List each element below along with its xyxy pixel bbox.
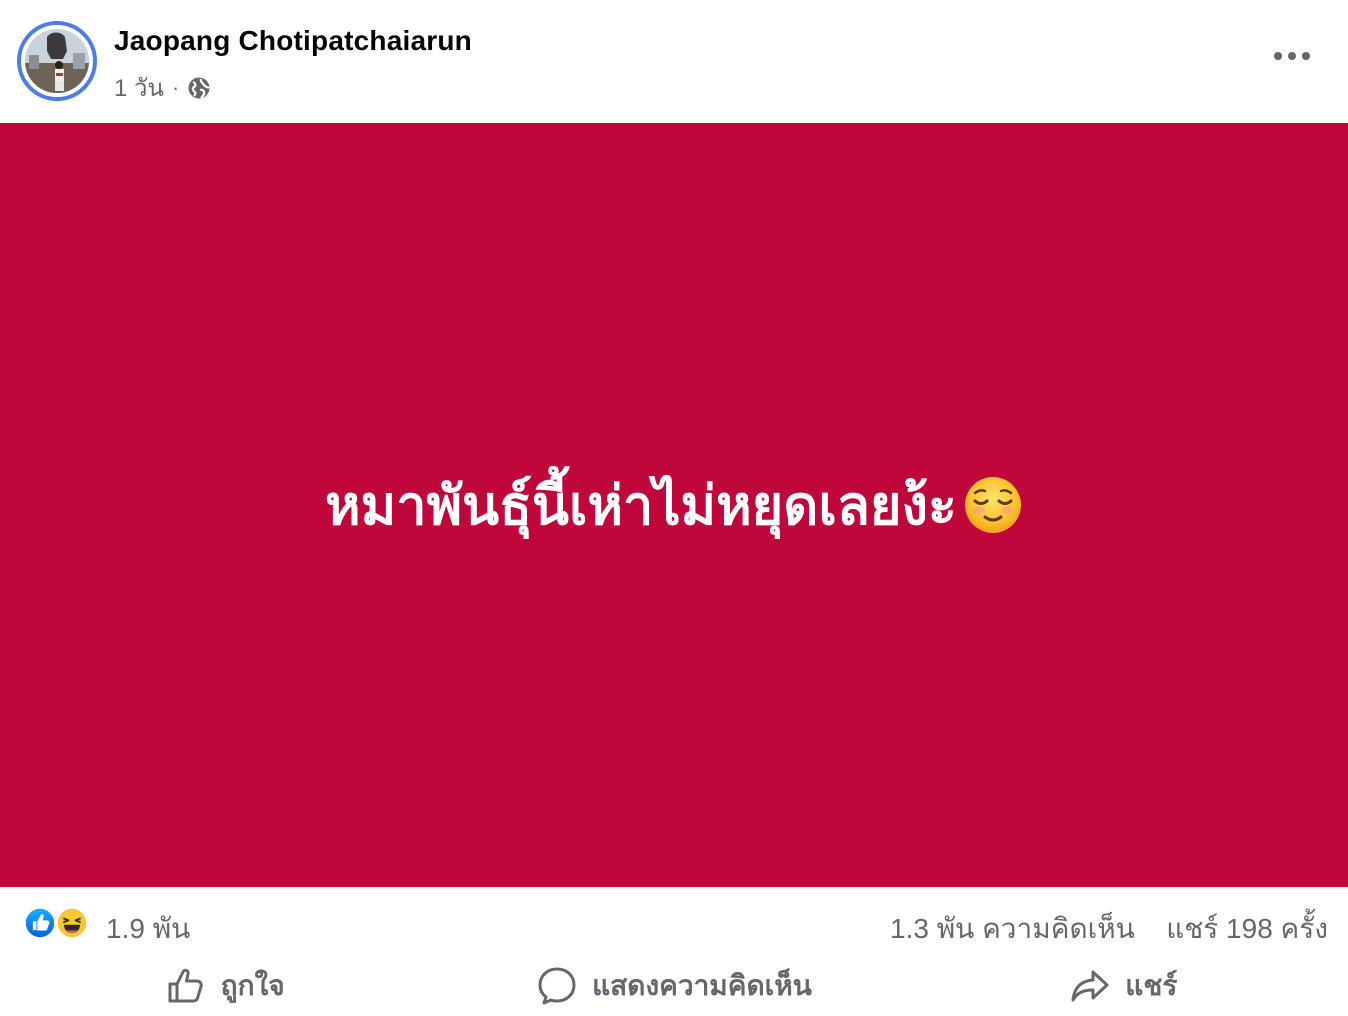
like-button[interactable]: ถูกใจ (0, 955, 449, 1016)
post-stats: 1.9 พัน 1.3 พัน ความคิดเห็น แชร์ 198 ครั… (0, 887, 1348, 955)
like-reaction-icon (22, 905, 58, 941)
globe-icon[interactable] (187, 76, 211, 100)
post-meta: 1 วัน · (114, 68, 211, 107)
meta-separator: · (171, 74, 180, 100)
author-name[interactable]: Jaopang Chotipatchaiarun (114, 25, 472, 57)
avatar-image (25, 29, 89, 93)
post-action-bar: ถูกใจ แสดงความคิดเห็น แชร์ (0, 955, 1348, 1016)
more-options-icon[interactable] (1274, 44, 1310, 68)
comment-count[interactable]: 1.3 พัน ความคิดเห็น (890, 907, 1135, 951)
more-dot (1288, 52, 1296, 60)
post-body: หมาพันธุ์นี้เห่าไม่หยุดเลยง้ะ (325, 462, 1023, 548)
thumbs-up-icon (168, 968, 203, 1002)
share-arrow-icon (1071, 970, 1109, 1001)
post-text-background[interactable]: หมาพันธุ์นี้เห่าไม่หยุดเลยง้ะ (0, 123, 1348, 887)
profile-avatar[interactable] (17, 21, 97, 101)
comment-bubble-icon (538, 967, 576, 1004)
reaction-summary[interactable] (22, 905, 90, 941)
relieved-face-emoji-icon (963, 475, 1023, 535)
more-dot (1274, 52, 1282, 60)
post-body-text: หมาพันธุ์นี้เห่าไม่หยุดเลยง้ะ (325, 474, 957, 537)
post-header: Jaopang Chotipatchaiarun 1 วัน · (0, 0, 1348, 123)
like-label: ถูกใจ (220, 969, 285, 1001)
more-dot (1302, 52, 1310, 60)
comment-label: แสดงความคิดเห็น (592, 969, 812, 1001)
haha-reaction-icon (54, 905, 90, 941)
comment-button[interactable]: แสดงความคิดเห็น (449, 955, 898, 1016)
post-time[interactable]: 1 วัน (114, 68, 164, 107)
reaction-count[interactable]: 1.9 พัน (106, 907, 190, 951)
share-button[interactable]: แชร์ (899, 955, 1348, 1016)
share-label: แชร์ (1125, 969, 1178, 1001)
share-count[interactable]: แชร์ 198 ครั้ง (1166, 907, 1328, 951)
